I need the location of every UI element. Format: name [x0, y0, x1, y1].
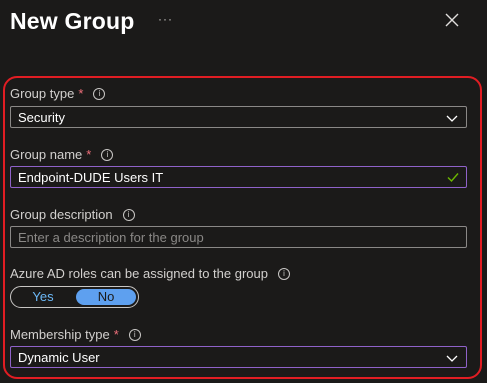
group-name-label: Group name * i	[10, 147, 114, 162]
group-type-value: Security	[18, 109, 65, 125]
toggle-option-yes[interactable]: Yes	[13, 289, 73, 305]
group-description-input[interactable]: Enter a description for the group	[10, 226, 467, 248]
group-description-placeholder: Enter a description for the group	[18, 229, 204, 245]
required-marker: *	[86, 147, 92, 162]
membership-type-dropdown[interactable]: Dynamic User	[10, 346, 467, 368]
group-type-label-text: Group type	[10, 86, 75, 101]
required-marker: *	[78, 86, 84, 101]
group-type-label: Group type * i	[10, 86, 106, 101]
membership-type-label: Membership type * i	[10, 327, 141, 342]
aad-roles-label-text: Azure AD roles can be assigned to the gr…	[10, 266, 268, 281]
chevron-down-icon	[446, 115, 458, 122]
info-icon[interactable]: i	[93, 87, 106, 100]
checkmark-icon	[447, 173, 459, 183]
group-description-label-text: Group description	[10, 207, 113, 222]
required-marker: *	[113, 327, 119, 342]
group-name-value: Endpoint-DUDE Users IT	[18, 169, 164, 185]
info-icon[interactable]: i	[128, 328, 141, 341]
more-options-button[interactable]: ···	[158, 12, 173, 26]
membership-type-label-text: Membership type	[10, 327, 110, 342]
info-icon[interactable]: i	[122, 208, 135, 221]
group-name-label-text: Group name	[10, 147, 83, 162]
membership-type-value: Dynamic User	[18, 349, 100, 365]
toggle-option-no[interactable]: No	[76, 289, 136, 305]
group-name-input[interactable]: Endpoint-DUDE Users IT	[10, 166, 467, 188]
aad-roles-toggle[interactable]: Yes No	[10, 286, 139, 308]
info-icon[interactable]: i	[278, 267, 290, 280]
panel-header: New Group ···	[0, 0, 487, 60]
group-type-dropdown[interactable]: Security	[10, 106, 467, 128]
close-icon[interactable]	[443, 11, 461, 29]
chevron-down-icon	[446, 355, 458, 362]
aad-roles-label: Azure AD roles can be assigned to the gr…	[10, 266, 290, 281]
group-description-label: Group description i	[10, 207, 135, 222]
info-icon[interactable]: i	[101, 148, 114, 161]
panel-title: New Group	[10, 8, 135, 34]
